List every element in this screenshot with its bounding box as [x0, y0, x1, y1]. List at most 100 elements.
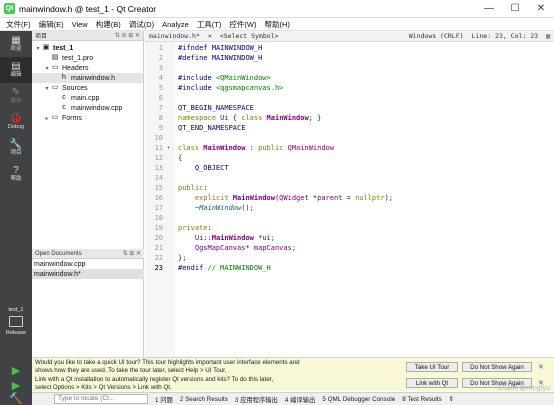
tree-item[interactable]: ▾ ▭ Sources — [32, 83, 143, 93]
code-line[interactable]: 5 #include <qgsmapcanvas.h> — [145, 83, 554, 93]
build-button[interactable]: 🔨 — [0, 392, 32, 405]
code-line[interactable]: 9 QT_END_NAMESPACE — [145, 123, 554, 133]
line-ending-indicator[interactable]: Windows (CRLF) — [405, 32, 468, 40]
line-number: 10 — [154, 134, 163, 142]
take-ui-tour-button[interactable]: Take UI Tour — [406, 362, 458, 372]
tree-item[interactable]: ▸ ▭ Forms — [32, 113, 143, 123]
split-editor-icon[interactable]: ▥ — [542, 32, 554, 40]
debug-run-button[interactable]: ▶ — [0, 379, 32, 392]
code-editor[interactable]: mainwindow.h* ✕ <Select Symbol> Windows … — [145, 31, 554, 357]
mode-help[interactable]: ? 帮助 — [0, 161, 32, 187]
editor-file-tab[interactable]: mainwindow.h* — [145, 32, 204, 40]
do-not-show-again-button[interactable]: Do Not Show Again — [462, 362, 532, 372]
kit-selector[interactable]: test_1 Release — [0, 307, 32, 336]
tree-item[interactable]: ▾ ▭ Headers — [32, 63, 143, 73]
code-line[interactable]: 19 private: — [145, 223, 554, 233]
code-line[interactable]: 20 Ui::MainWindow *ui; — [145, 233, 554, 243]
open-document-item[interactable]: mainwindow.cpp — [32, 259, 144, 269]
code-line[interactable]: 21 QgsMapCanvas* mapCanvas; — [145, 243, 554, 253]
menu-analyze[interactable]: Analyze — [162, 20, 189, 29]
line-number: 16 — [154, 194, 163, 202]
fold-marker-icon[interactable]: ▾ — [167, 145, 175, 151]
menu-tools[interactable]: 工具(T) — [197, 19, 222, 30]
link-with-qt-button[interactable]: Link with Qt — [406, 378, 458, 388]
code-line[interactable]: 16 explicit MainWindow(QWidget *parent =… — [145, 193, 554, 203]
expand-arrow-icon[interactable]: ▾ — [43, 65, 51, 72]
code-text: ~MainWindow(); — [194, 204, 254, 212]
code-line[interactable]: 8 namespace Ui { class MainWindow; } — [145, 113, 554, 123]
open-documents-header-label: Open Documents — [35, 250, 82, 257]
code-line[interactable]: 14 — [145, 173, 554, 183]
pane-qml-debugger-console[interactable]: 5 QML Debugger Console — [322, 396, 395, 403]
symbol-selector[interactable]: <Select Symbol> — [216, 32, 283, 40]
code-line[interactable]: 11 ▾ class MainWindow : public QMainWindow — [145, 143, 554, 153]
maximize-button[interactable]: ☐ — [502, 0, 528, 18]
code-line[interactable]: 7 QT_BEGIN_NAMESPACE — [145, 103, 554, 113]
tree-item[interactable]: h mainwindow.h — [32, 73, 143, 83]
menu-file[interactable]: 文件(F) — [6, 19, 31, 30]
code-line[interactable]: 17 ~MainWindow(); — [145, 203, 554, 213]
tree-item[interactable]: c mainwindow.cpp — [32, 103, 143, 113]
line-number: 18 — [154, 214, 163, 222]
menu-view[interactable]: View — [72, 20, 88, 29]
close-button[interactable]: ✕ — [528, 0, 554, 18]
code-line[interactable]: 4 #include <QMainWindow> — [145, 73, 554, 83]
open-document-item[interactable]: mainwindow.h* — [32, 269, 144, 279]
link-qt-message-line: Link with a Qt installation to automatic… — [35, 376, 274, 383]
open-documents-panel: Open Documents ⇅ ⊞ ✕ mainwindow.cpp main… — [32, 249, 144, 279]
menu-edit[interactable]: 编辑(E) — [39, 19, 64, 30]
panel-toolbar-icons[interactable]: ⇅ ⊖ ⊞ ✕ — [115, 32, 143, 39]
code-line[interactable]: 15 public: — [145, 183, 554, 193]
minimize-button[interactable]: — — [476, 0, 502, 18]
code-line[interactable]: 6 — [145, 93, 554, 103]
pane-application-output[interactable]: 3 应用程序输出 — [235, 395, 278, 404]
watermark: CSDN @rongfyu — [497, 385, 550, 392]
code-line[interactable]: 23 #endif // MAINWINDOW_H — [145, 263, 554, 273]
qt-creator-logo-icon: Qt — [4, 3, 15, 14]
expand-arrow-icon[interactable]: ▾ — [43, 85, 51, 92]
menu-help[interactable]: 帮助(H) — [264, 19, 289, 30]
tree-item-label: main.cpp — [71, 94, 100, 102]
code-line[interactable]: 3 — [145, 63, 554, 73]
mode-welcome[interactable]: ▦ 欢迎 — [0, 31, 32, 57]
mode-design[interactable]: ✎ 设计 — [0, 83, 32, 109]
line-number: 14 — [154, 174, 163, 182]
bug-icon: 🐞 — [9, 113, 23, 124]
pane-toggle-icon[interactable]: ⇕ — [449, 396, 454, 403]
mode-label: Debug — [7, 124, 25, 130]
pane-compile-output[interactable]: 4 编译输出 — [285, 395, 315, 404]
title-bar: Qt mainwindow.h @ test_1 - Qt Creator — … — [0, 0, 554, 18]
document-icon: ▤ — [11, 61, 21, 72]
code-line[interactable]: 18 — [145, 213, 554, 223]
mode-label: 帮助 — [10, 176, 22, 182]
code-line[interactable]: 22}; — [145, 253, 554, 263]
code-line[interactable]: 13 Q_OBJECT — [145, 163, 554, 173]
panel-toolbar-icons[interactable]: ⇅ ⊞ ✕ — [123, 250, 144, 257]
code-line[interactable]: 1 #ifndef MAINWINDOW_H — [145, 43, 554, 53]
menu-debug[interactable]: 调试(D) — [129, 19, 154, 30]
expand-arrow-icon[interactable]: ▾ — [34, 45, 42, 52]
tree-item[interactable]: ▾ ▣ test_1 — [32, 43, 143, 53]
mode-debug[interactable]: 🐞 Debug — [0, 109, 32, 135]
mode-edit[interactable]: ▤ 编辑 — [0, 57, 32, 83]
line-number: 2 — [158, 54, 163, 62]
code-area[interactable]: 1 #ifndef MAINWINDOW_H 2 #define MAINWINDOW… — [145, 43, 554, 273]
code-line[interactable]: 10 — [145, 133, 554, 143]
line-number: 1 — [158, 44, 163, 52]
mode-projects[interactable]: 🔧 项目 — [0, 135, 32, 161]
code-line[interactable]: 12 { — [145, 153, 554, 163]
close-notification-icon[interactable]: ✕ — [538, 363, 544, 371]
file-icon: ▣ — [42, 44, 50, 51]
expand-arrow-icon[interactable]: ▸ — [43, 115, 51, 122]
pane-test-results[interactable]: 8 Test Results — [402, 396, 441, 403]
pane-search-results[interactable]: 2 Search Results — [180, 396, 228, 403]
menu-widgets[interactable]: 控件(W) — [229, 19, 256, 30]
tree-item[interactable]: ▤ test_1.pro — [32, 53, 143, 63]
close-file-icon[interactable]: ✕ — [204, 32, 216, 40]
tree-item[interactable]: c main.cpp — [32, 93, 143, 103]
pane-issues[interactable]: 1 问题 — [155, 395, 173, 404]
code-line[interactable]: 2 #define MAINWINDOW_H — [145, 53, 554, 63]
menu-build[interactable]: 构建(B) — [96, 19, 121, 30]
locator-input[interactable]: Type to locate (Ct... — [54, 394, 148, 404]
run-button[interactable]: ▶ — [0, 364, 32, 377]
